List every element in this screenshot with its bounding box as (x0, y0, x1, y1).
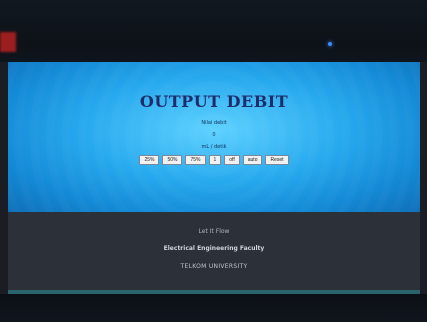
page-title: OUTPUT DEBIT (139, 92, 289, 111)
screen-photo: OUTPUT DEBIT Nilai debit 0 mL / detik 25… (0, 0, 427, 322)
auto-button[interactable]: auto (242, 155, 263, 165)
debit-value: 0 (212, 132, 216, 138)
valve-1-button[interactable]: 1 (208, 155, 222, 165)
valve-off-button[interactable]: off (224, 155, 240, 165)
valve-50-button[interactable]: 50% (162, 155, 183, 165)
footer-faculty: Electrical Engineering Faculty (163, 245, 265, 252)
valve-25-button[interactable]: 25% (139, 155, 160, 165)
monitor-power-led (328, 42, 332, 46)
valve-75-button[interactable]: 75% (185, 155, 206, 165)
app-footer: Let It Flow Electrical Engineering Facul… (8, 212, 420, 290)
app-screen-hero: OUTPUT DEBIT Nilai debit 0 mL / detik 25… (8, 62, 420, 212)
monitor-top-bezel (0, 0, 427, 62)
debit-value-label: Nilai debit (201, 120, 227, 126)
reset-button[interactable]: Reset (265, 155, 289, 165)
control-buttons: 25% 50% 75% 1 off auto Reset (8, 155, 420, 165)
monitor-bottom-bezel (0, 294, 427, 322)
debit-unit: mL / detik (201, 144, 227, 150)
footer-university: TELKOM UNIVERSITY (180, 263, 248, 270)
footer-tagline: Let It Flow (198, 228, 230, 235)
red-corner-light (0, 32, 16, 52)
